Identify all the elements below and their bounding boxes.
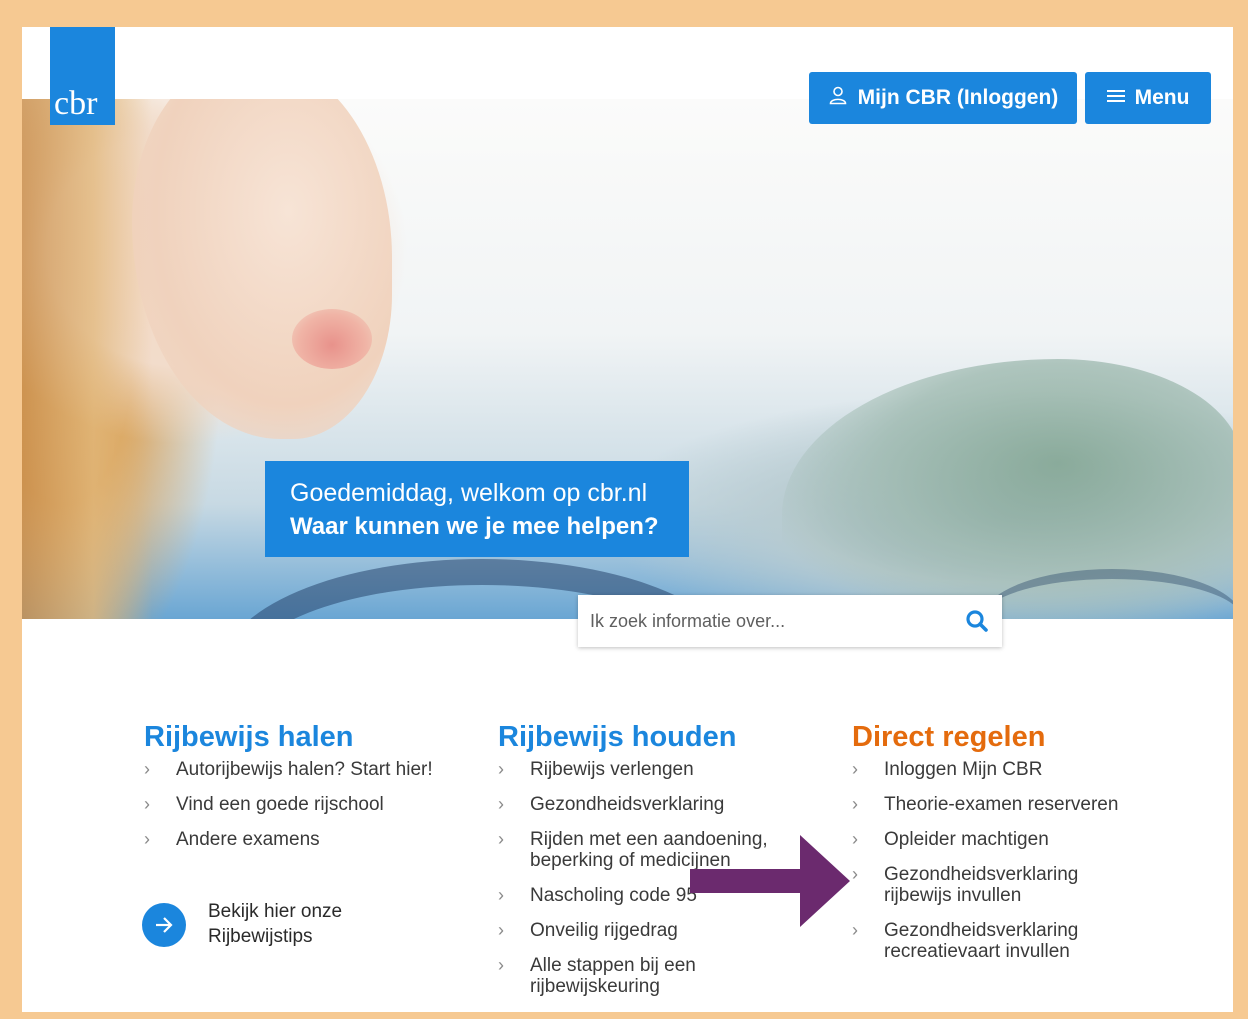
chevron-right-icon: ›	[498, 955, 504, 975]
list-item[interactable]: › Gezondheidsverklaring	[498, 794, 828, 815]
chevron-right-icon: ›	[144, 829, 150, 849]
search-input[interactable]	[578, 595, 948, 647]
user-icon	[828, 85, 848, 111]
list-item[interactable]: › Theorie-examen reserveren	[852, 794, 1182, 815]
chevron-right-icon: ›	[144, 794, 150, 814]
chevron-right-icon: ›	[498, 920, 504, 940]
list-item[interactable]: › Inloggen Mijn CBR	[852, 759, 1182, 780]
chevron-right-icon: ›	[498, 885, 504, 905]
annotation-arrow-icon	[690, 835, 850, 927]
list-item[interactable]: › Rijbewijs verlengen	[498, 759, 828, 780]
welcome-question: Waar kunnen we je mee helpen?	[290, 513, 659, 540]
list-item[interactable]: › Opleider machtigen	[852, 829, 1182, 850]
login-label: Mijn CBR (Inloggen)	[857, 86, 1059, 109]
chevron-right-icon: ›	[852, 794, 858, 814]
login-button[interactable]: Mijn CBR (Inloggen)	[809, 72, 1077, 124]
rijbewijstips-link[interactable]: Bekijk hier onze Rijbewijstips	[142, 899, 442, 959]
column-title: Rijbewijs houden	[498, 721, 737, 753]
search-box	[578, 595, 1002, 647]
chevron-right-icon: ›	[498, 829, 504, 849]
hero-hair	[22, 99, 152, 619]
tips-text: Bekijk hier onze Rijbewijstips	[208, 901, 343, 947]
search-icon[interactable]	[964, 608, 990, 634]
chevron-right-icon: ›	[852, 829, 858, 849]
column-title: Rijbewijs halen	[144, 721, 354, 753]
chevron-right-icon: ›	[852, 759, 858, 779]
welcome-banner: Goedemiddag, welkom op cbr.nl Waar kunne…	[265, 461, 689, 557]
column-rijbewijs-halen: Rijbewijs halen › Autorijbewijs halen? St…	[144, 719, 474, 864]
list-item[interactable]: › Andere examens	[144, 829, 474, 850]
welcome-greeting: Goedemiddag, welkom op cbr.nl	[290, 479, 648, 507]
list-item[interactable]: › Gezondheidsverklaring recreatievaart in…	[852, 920, 1112, 962]
menu-label: Menu	[1134, 86, 1190, 109]
hero-nose	[292, 309, 372, 369]
list-item[interactable]: › Alle stappen bij een rijbewijskeuring	[498, 955, 728, 997]
page: cbr Mijn CBR (Inloggen) Menu Goedemiddag…	[22, 27, 1233, 1012]
list-item[interactable]: › Vind een goede rijschool	[144, 794, 474, 815]
hamburger-icon	[1106, 87, 1125, 110]
column-title: Direct regelen	[852, 721, 1046, 753]
menu-button[interactable]: Menu	[1085, 72, 1211, 124]
chevron-right-icon: ›	[498, 794, 504, 814]
list-item[interactable]: › Gezondheidsverklaring rijbewijs invulle…	[852, 864, 1112, 906]
logo-text: cbr	[54, 85, 98, 122]
chevron-right-icon: ›	[498, 759, 504, 779]
cbr-logo[interactable]: cbr	[50, 27, 115, 125]
chevron-right-icon: ›	[144, 759, 150, 779]
column-direct-regelen: Direct regelen › Inloggen Mijn CBR › Theor…	[852, 719, 1182, 976]
chevron-right-icon: ›	[852, 920, 858, 940]
chevron-right-icon: ›	[852, 864, 858, 884]
arrow-right-icon	[142, 903, 186, 947]
hero-face	[132, 99, 392, 439]
list-item[interactable]: › Autorijbewijs halen? Start hier!	[144, 759, 474, 780]
